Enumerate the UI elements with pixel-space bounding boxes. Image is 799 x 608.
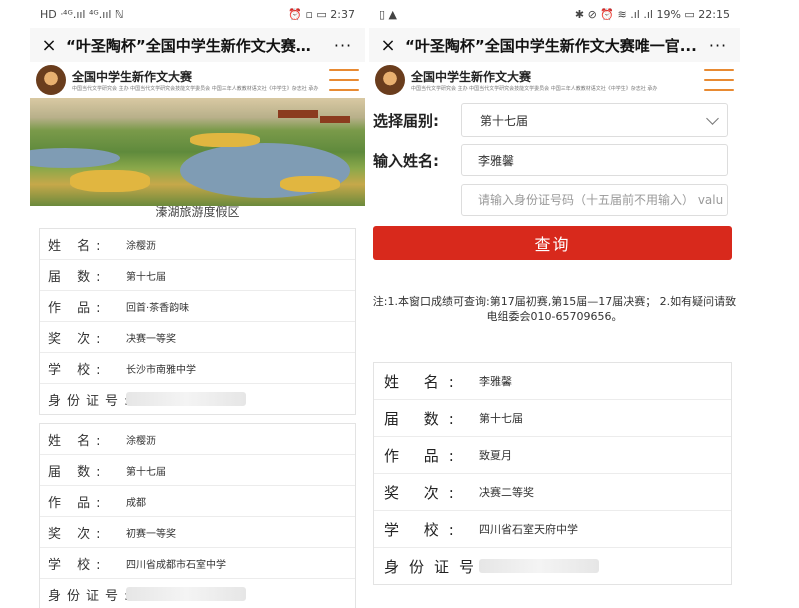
status-right: ⏰ ▫ ▭ 2:37 [288, 7, 355, 21]
field-value: 四川省成都市石室中学 [126, 559, 226, 571]
status-bar: HD ᐧ⁴ᴳ.ııl ⁴ᴳ.ııl ℕ ⏰ ▫ ▭ 2:37 [30, 0, 365, 28]
session-value: 第十七届 [480, 113, 529, 128]
banner-caption: 溱湖旅游度假区 [30, 204, 365, 220]
banner-image [30, 98, 365, 206]
name-label: 输入姓名: [373, 151, 439, 170]
status-bar: ▯ ▲ ✱ ⊘ ⏰ ≋ .ıl .ıl 19% ▭ 22:15 [369, 0, 740, 28]
field-label: 学 校: [48, 557, 107, 573]
field-label: 作 品: [48, 300, 107, 316]
logo[interactable]: 全国中学生新作文大赛 中国当代文学研究会 主办 中国当代文学研究会技能文学委员会… [411, 68, 657, 92]
query-button[interactable]: 查询 [373, 226, 732, 260]
more-icon[interactable]: ··· [329, 36, 357, 55]
chevron-down-icon [706, 111, 719, 125]
result-row: 届 数: 第十七届 [374, 400, 731, 437]
field-label: 作 品: [48, 495, 107, 511]
session-row: 选择届别: 第十七届 [369, 102, 740, 138]
result-row: 奖 次: 决赛二等奖 [374, 474, 731, 511]
close-icon[interactable]: × [38, 35, 60, 56]
name-input[interactable] [461, 144, 728, 176]
session-select[interactable]: 第十七届 [461, 103, 728, 137]
result-card: 姓 名: 李雅馨 届 数: 第十七届 作 品: 致夏月 奖 次: 决赛二等奖 学 校: 四… [373, 362, 732, 585]
field-value: 回首·茶香韵味 [126, 302, 190, 314]
session-label: 选择届别: [373, 111, 439, 130]
result-row: 学 校: 四川省石室天府中学 [374, 511, 731, 548]
field-label: 学 校: [384, 520, 464, 539]
status-right: ✱ ⊘ ⏰ ≋ .ıl .ıl 19% ▭ 22:15 [574, 7, 730, 21]
field-value: 第十七届 [126, 271, 166, 283]
field-value: 长沙市南雅中学 [126, 364, 196, 376]
result-row: 奖 次: 初赛一等奖 [40, 517, 355, 548]
query-note: 注:1.本窗口成绩可查询:第17届初赛,第15届—17届决赛； 2.如有疑问请致… [372, 295, 737, 323]
close-icon[interactable]: × [377, 35, 399, 56]
result-row: 学 校: 四川省成都市石室中学 [40, 548, 355, 579]
result-row: 届 数: 第十七届 [40, 455, 355, 486]
field-value: 涂樱沥 [126, 435, 156, 447]
field-value: 成都 [126, 497, 146, 509]
field-label: 姓 名: [384, 372, 464, 391]
field-label: 身份证号: [48, 393, 135, 409]
field-label: 学 校: [48, 362, 107, 378]
field-label: 奖 次: [384, 483, 464, 502]
result-row: 学 校: 长沙市南雅中学 [40, 353, 355, 384]
field-label: 届 数: [48, 464, 107, 480]
field-value: 致夏月 [479, 449, 512, 462]
left-phone-screen: HD ᐧ⁴ᴳ.ııl ⁴ᴳ.ııl ℕ ⏰ ▫ ▭ 2:37 × “叶圣陶杯”全… [30, 0, 365, 608]
field-label: 奖 次: [48, 331, 107, 347]
field-label: 届 数: [384, 409, 464, 428]
result-row: 作 品: 致夏月 [374, 437, 731, 474]
logo-title: 全国中学生新作文大赛 [411, 70, 532, 84]
field-label: 身份证号: [48, 588, 135, 604]
field-label: 身份证号: [384, 557, 500, 576]
logo-subtitle: 中国当代文学研究会 主办 中国当代文学研究会技能文学委员会 中国三年人教教材语文… [411, 86, 658, 92]
field-value: 涂樱沥 [126, 240, 156, 252]
right-phone-screen: ▯ ▲ ✱ ⊘ ⏰ ≋ .ıl .ıl 19% ▭ 22:15 × “叶圣陶杯”… [369, 0, 740, 608]
field-value: 李雅馨 [479, 375, 512, 388]
result-card-2: 姓 名: 涂樱沥 届 数: 第十七届 作 品: 成都 奖 次: 初赛一等奖 学 校: 四川… [39, 423, 356, 608]
result-row: 作 品: 成都 [40, 486, 355, 517]
field-value: 初赛一等奖 [126, 528, 176, 540]
result-row: 身份证号: [374, 548, 731, 584]
title-bar: × “叶圣陶杯”全国中学生新作文大赛唯一官... ··· [369, 28, 740, 62]
result-row: 身份证号: [40, 579, 355, 608]
id-number-input[interactable] [461, 184, 728, 216]
result-row: 奖 次: 决赛一等奖 [40, 322, 355, 353]
result-row: 姓 名: 李雅馨 [374, 363, 731, 400]
logo-icon [375, 65, 405, 95]
hamburger-menu-icon[interactable] [704, 69, 734, 91]
hamburger-menu-icon[interactable] [329, 69, 359, 91]
field-label: 姓 名: [48, 238, 107, 254]
field-label: 奖 次: [48, 526, 107, 542]
logo-subtitle: 中国当代文学研究会 主办 中国当代文学研究会技能文学委员会 中国三年人教教材语文… [72, 86, 319, 92]
result-card-1: 姓 名: 涂樱沥 届 数: 第十七届 作 品: 回首·茶香韵味 奖 次: 决赛一等奖 学… [39, 228, 356, 415]
more-icon[interactable]: ··· [704, 36, 732, 55]
page-title: “叶圣陶杯”全国中学生新作文大赛唯一... [66, 36, 329, 55]
logo-title: 全国中学生新作文大赛 [72, 70, 193, 84]
redacted-id [479, 559, 599, 573]
name-row: 输入姓名: [369, 142, 740, 178]
status-left: HD ᐧ⁴ᴳ.ııl ⁴ᴳ.ııl ℕ [40, 7, 124, 21]
redacted-id [126, 392, 246, 406]
field-value: 四川省石室天府中学 [479, 523, 578, 536]
status-left: ▯ ▲ [379, 7, 398, 21]
field-value: 第十七届 [126, 466, 166, 478]
result-row: 作 品: 回首·茶香韵味 [40, 291, 355, 322]
field-value: 决赛二等奖 [479, 486, 534, 499]
field-value: 第十七届 [479, 412, 523, 425]
result-row: 身份证号: [40, 384, 355, 414]
field-label: 作 品: [384, 446, 464, 465]
result-row: 姓 名: 涂樱沥 [40, 424, 355, 455]
redacted-id [126, 587, 246, 601]
field-value: 决赛一等奖 [126, 333, 176, 345]
field-label: 姓 名: [48, 433, 107, 449]
site-header: 全国中学生新作文大赛 中国当代文学研究会 主办 中国当代文学研究会技能文学委员会… [369, 62, 740, 98]
result-row: 姓 名: 涂樱沥 [40, 229, 355, 260]
result-row: 届 数: 第十七届 [40, 260, 355, 291]
site-header: 全国中学生新作文大赛 中国当代文学研究会 主办 中国当代文学研究会技能文学委员会… [30, 62, 365, 98]
field-label: 届 数: [48, 269, 107, 285]
logo[interactable]: 全国中学生新作文大赛 中国当代文学研究会 主办 中国当代文学研究会技能文学委员会… [72, 68, 318, 92]
page-title: “叶圣陶杯”全国中学生新作文大赛唯一官... [405, 36, 697, 55]
logo-icon [36, 65, 66, 95]
title-bar: × “叶圣陶杯”全国中学生新作文大赛唯一... ··· [30, 28, 365, 62]
id-row [369, 182, 740, 218]
